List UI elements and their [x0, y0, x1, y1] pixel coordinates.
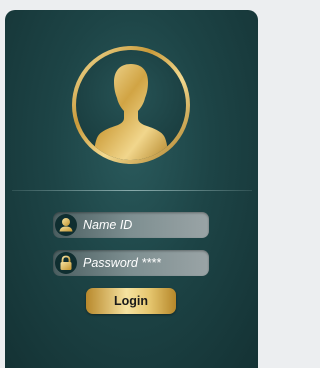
divider: [12, 190, 252, 191]
username-field[interactable]: Name ID: [53, 212, 209, 238]
login-card: Name ID Password **** Login: [5, 10, 258, 368]
user-icon: [55, 214, 77, 236]
login-button[interactable]: Login: [86, 288, 176, 314]
person-silhouette-icon: [94, 64, 168, 160]
avatar: [72, 46, 190, 164]
password-placeholder: Password ****: [83, 256, 161, 270]
password-field[interactable]: Password ****: [53, 250, 209, 276]
avatar-frame: [76, 50, 186, 160]
lock-icon: [55, 252, 77, 274]
username-placeholder: Name ID: [83, 218, 133, 232]
